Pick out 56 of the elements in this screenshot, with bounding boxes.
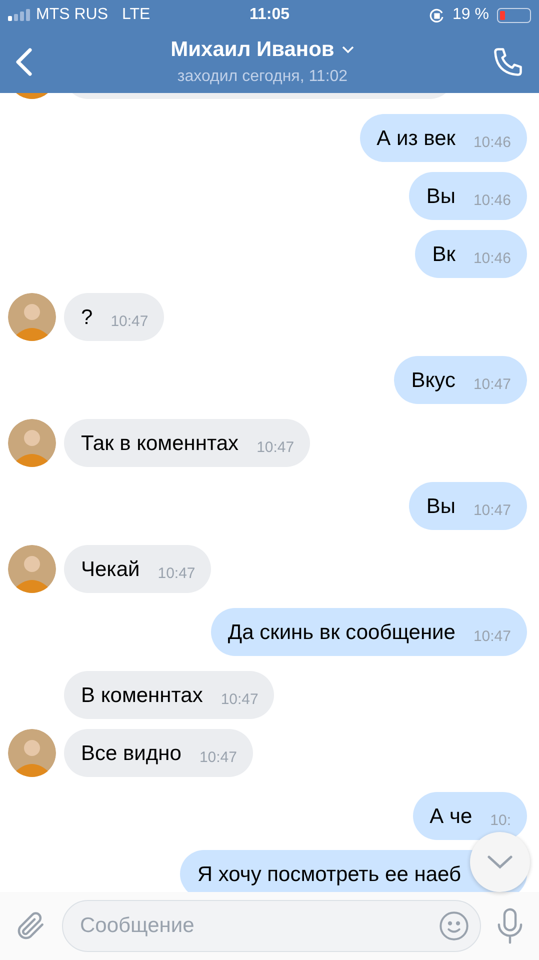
message-text: Вк xyxy=(432,242,456,268)
message-text: Вы xyxy=(426,494,456,520)
message-bubble[interactable]: ? 10:47 xyxy=(64,293,164,341)
contact-name[interactable]: Михаил Иванов xyxy=(170,34,334,66)
carrier-name: MTS RUS xyxy=(36,5,108,25)
message-input-field[interactable]: Сообщение xyxy=(80,910,438,942)
message-time: 10:46 xyxy=(473,134,511,152)
message-bubble[interactable]: Вк 10:46 xyxy=(415,230,527,278)
message-text: Вы xyxy=(426,184,456,210)
message-time: 10:47 xyxy=(220,691,258,709)
rotation-lock-icon xyxy=(428,7,445,23)
message-bubble[interactable]: Все видно 10:47 xyxy=(64,729,253,777)
message-text: А че xyxy=(430,804,472,830)
message-text: Все видно xyxy=(81,741,182,767)
emoji-icon[interactable] xyxy=(438,910,470,942)
message-time: 10:47 xyxy=(473,628,511,646)
message-text: Чекай xyxy=(81,557,140,583)
battery-icon xyxy=(497,8,531,22)
avatar[interactable] xyxy=(8,729,56,777)
microphone-icon[interactable] xyxy=(495,908,525,944)
message-time: 10:47 xyxy=(158,565,196,583)
message-bubble[interactable]: В коменнтах 10:47 xyxy=(64,671,274,719)
message-time: 10:47 xyxy=(110,313,148,331)
message-text: В коменнтах xyxy=(81,683,203,709)
message-time: 10:47 xyxy=(199,749,237,767)
message-time: 10:46 xyxy=(473,192,511,210)
back-icon[interactable] xyxy=(14,46,34,76)
message-text: Да скинь вк сообщение xyxy=(228,620,456,646)
clock: 11:05 xyxy=(249,5,290,25)
chevron-down-icon[interactable] xyxy=(342,46,354,54)
message-bubble[interactable]: А из век 10:46 xyxy=(360,114,527,162)
message-bubble[interactable]: Да скинь вк сообщение 10:47 xyxy=(210,608,527,656)
message-time: 10: xyxy=(490,812,511,830)
avatar[interactable] xyxy=(8,419,56,467)
message-time: 10:47 xyxy=(256,439,294,457)
avatar[interactable] xyxy=(8,545,56,593)
message-bubble[interactable]: Вкус 10:47 xyxy=(394,356,527,404)
message-bubble[interactable]: Так в коменнтах 10:47 xyxy=(64,419,310,467)
message-time: 10:46 xyxy=(473,250,511,268)
message-time: 10:47 xyxy=(473,502,511,520)
message-text: Вкус xyxy=(411,368,456,394)
message-text: Я хочу посмотреть ее наеб xyxy=(197,862,461,888)
message-bubble[interactable]: Вы 10:47 xyxy=(409,482,527,530)
network-type: LTE xyxy=(122,5,150,25)
message-bubble[interactable]: Вы 10:46 xyxy=(409,172,527,220)
message-bubble[interactable]: Чекай 10:47 xyxy=(64,545,212,593)
message-time: 10:47 xyxy=(473,376,511,394)
avatar[interactable] xyxy=(8,293,56,341)
chevron-down-icon xyxy=(487,855,513,869)
message-bubble[interactable]: А че 10: xyxy=(412,792,527,840)
message-text: ? xyxy=(81,305,93,331)
message-text: А из век xyxy=(376,126,456,152)
message-field[interactable]: Сообщение xyxy=(62,900,481,952)
battery-percent: 19 % xyxy=(452,5,489,25)
message-text: Так в коменнтах xyxy=(81,431,239,457)
last-seen-status: заходил сегодня, 11:02 xyxy=(177,67,348,88)
